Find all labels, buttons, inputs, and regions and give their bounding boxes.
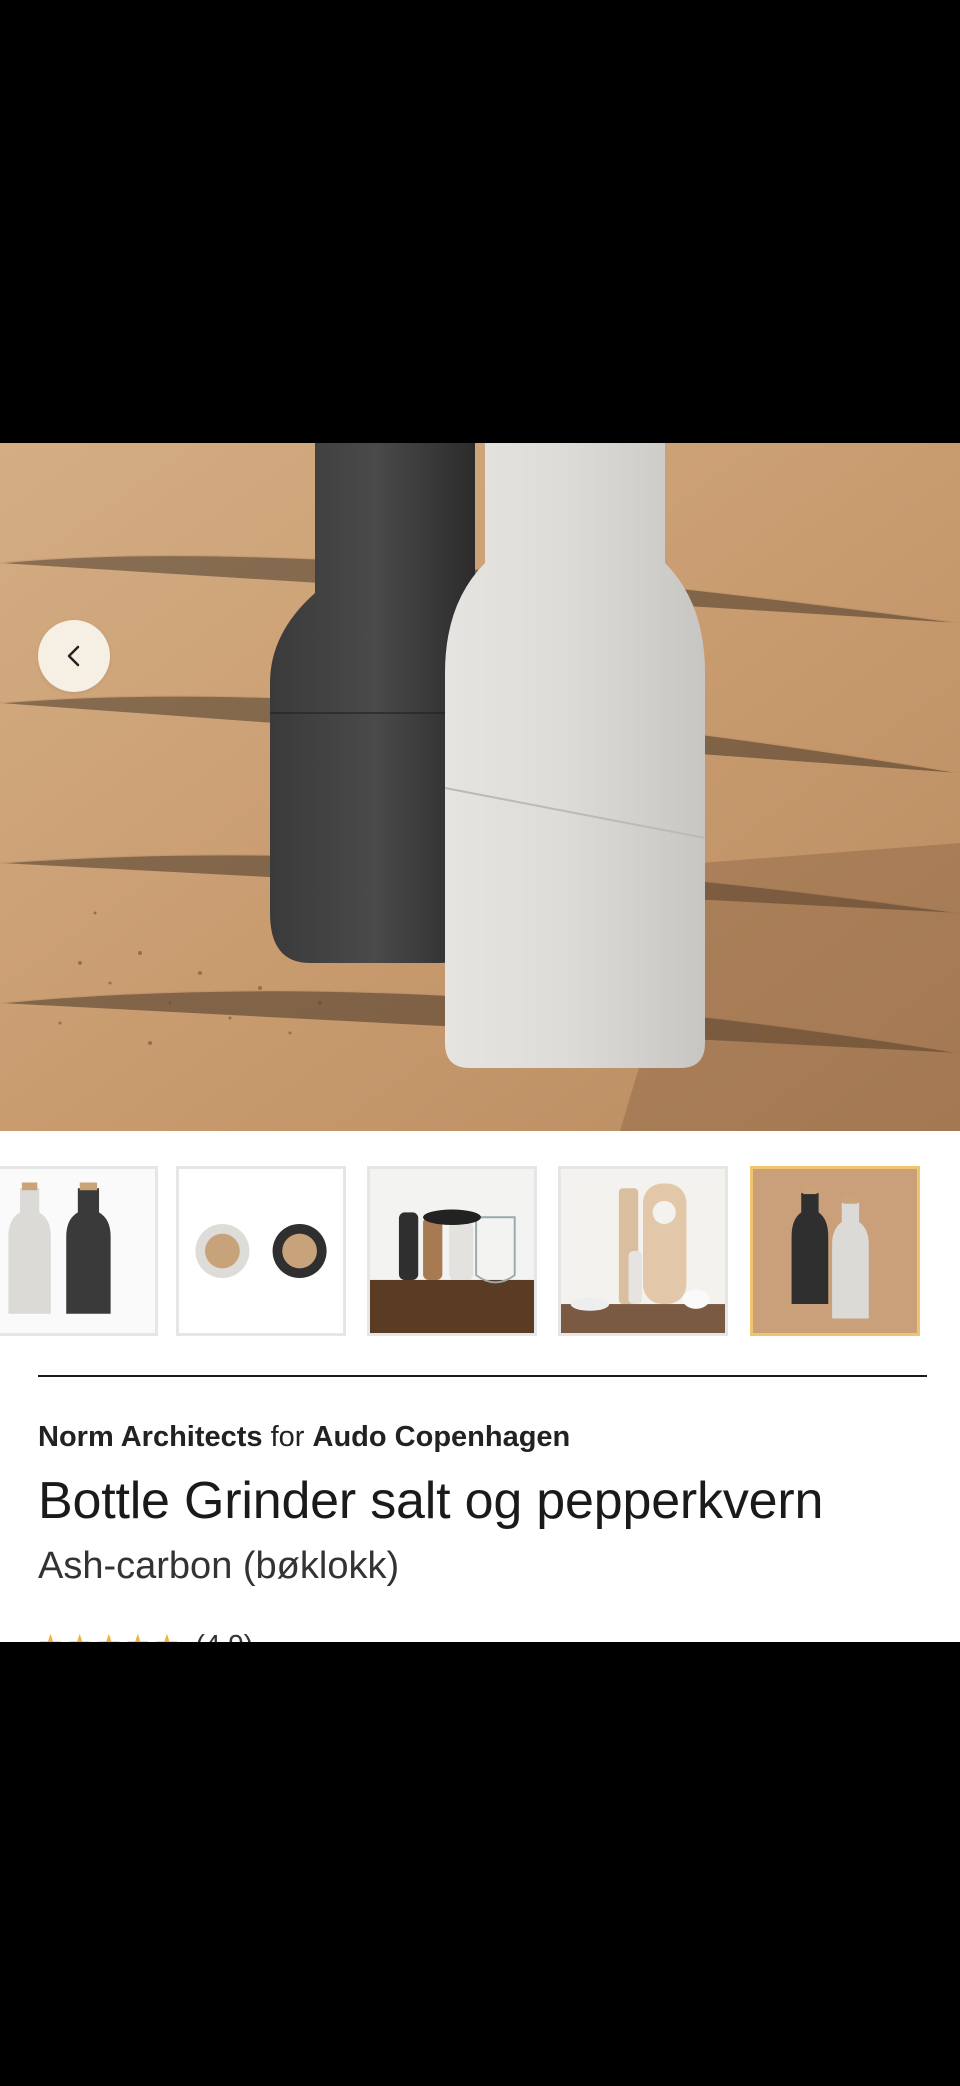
product-title: Bottle Grinder salt og pepperkvern (38, 1472, 824, 1530)
product-variant: Ash-carbon (bøklokk) (38, 1545, 400, 1587)
product-hero-image[interactable] (0, 443, 960, 1131)
for-word: for (270, 1421, 305, 1453)
bottles-wood-table-image (753, 1169, 917, 1333)
chevron-left-icon (67, 645, 80, 667)
bottles-white-background-image (0, 1169, 155, 1333)
grinders-top-view-image (179, 1169, 343, 1333)
cutting-boards-scene-image (561, 1169, 725, 1333)
kitchen-counter-scene-image (370, 1169, 534, 1333)
top-black-bar (0, 0, 960, 443)
thumbnail-2[interactable] (176, 1166, 346, 1336)
bottom-black-bar (0, 1642, 960, 2086)
thumbnail-strip (0, 1166, 960, 1342)
thumbnail-4[interactable] (558, 1166, 728, 1336)
thumbnail-5[interactable] (750, 1166, 920, 1336)
rating-value: (4.9) (196, 1631, 254, 1643)
rating-row[interactable]: ★★★★★ (4.9) (38, 1627, 254, 1643)
product-info-panel: Norm Architects for Audo Copenhagen Bott… (0, 1131, 960, 1642)
rating-stars: ★★★★★ (38, 1631, 184, 1643)
divider (38, 1375, 927, 1377)
gallery-prev-button[interactable] (38, 620, 110, 692)
thumbnail-3[interactable] (367, 1166, 537, 1336)
brand-link[interactable]: Audo Copenhagen (313, 1421, 571, 1453)
thumbnail-1[interactable] (0, 1166, 158, 1336)
designer-link[interactable]: Norm Architects (38, 1421, 263, 1453)
product-byline: Norm Architects for Audo Copenhagen (38, 1421, 570, 1454)
